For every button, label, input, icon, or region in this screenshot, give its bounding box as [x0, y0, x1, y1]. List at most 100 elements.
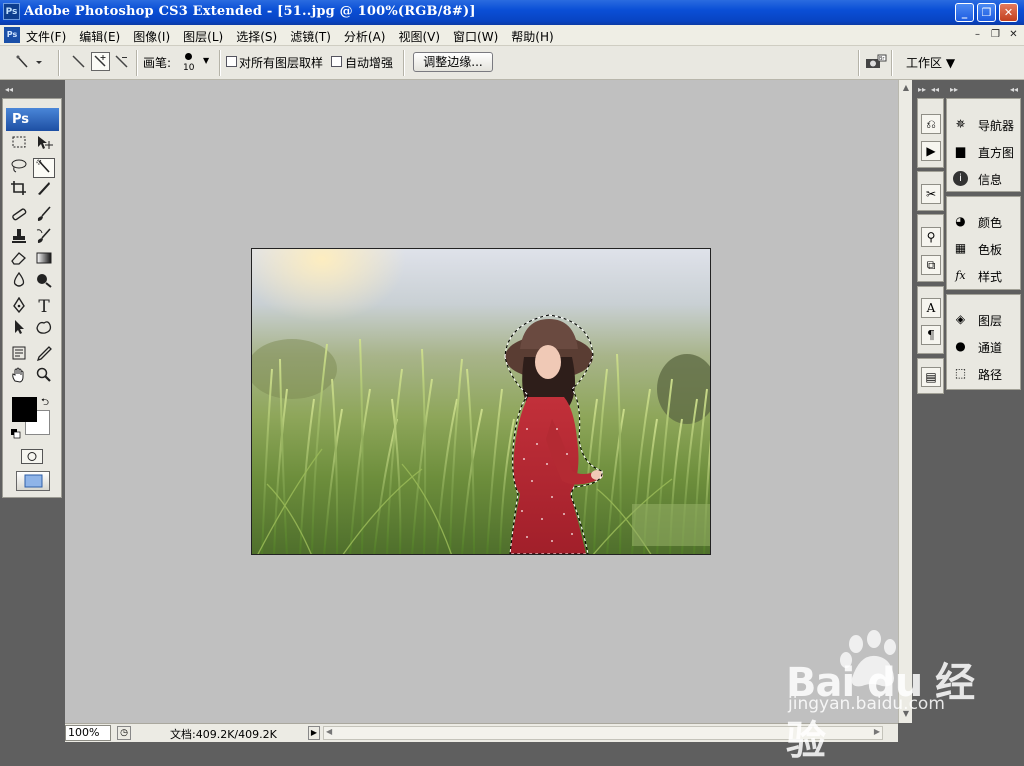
- slice-tool-icon[interactable]: [33, 180, 55, 200]
- path-selection-tool-icon[interactable]: [8, 319, 30, 339]
- histogram-icon: ▆: [955, 144, 966, 158]
- dodge-tool-icon[interactable]: [33, 272, 55, 292]
- document-icon[interactable]: Ps: [4, 27, 20, 43]
- actions-panel-icon[interactable]: ▶: [921, 141, 941, 161]
- character-panel-icon[interactable]: A: [921, 298, 941, 318]
- document-photo[interactable]: [251, 248, 711, 555]
- bridge-icon[interactable]: Br: [865, 54, 887, 74]
- swap-colors-icon[interactable]: ⮌: [41, 395, 49, 412]
- layers-label: 图层: [978, 314, 1003, 328]
- healing-brush-tool-icon[interactable]: [8, 206, 30, 226]
- hand-tool-icon[interactable]: [8, 367, 30, 387]
- eyedropper-tool-icon[interactable]: [33, 345, 55, 365]
- history-panel-icon[interactable]: ⎌: [921, 114, 941, 134]
- navigator-icon: ✵: [955, 117, 966, 131]
- screen-mode-button[interactable]: [16, 471, 50, 491]
- minimize-button[interactable]: _: [955, 3, 974, 22]
- menu-edit[interactable]: 编辑(E): [79, 28, 120, 45]
- paragraph-panel-icon[interactable]: ¶: [921, 325, 941, 345]
- options-separator: [858, 50, 860, 76]
- menu-select[interactable]: 选择(S): [236, 28, 277, 45]
- new-selection-mode-icon[interactable]: [70, 53, 88, 75]
- eraser-tool-icon[interactable]: [8, 250, 30, 270]
- menu-window[interactable]: 窗口(W): [453, 28, 498, 45]
- quick-mask-mode-icon[interactable]: [21, 449, 43, 464]
- options-separator: [891, 50, 893, 76]
- sample-all-layers-checkbox[interactable]: [226, 56, 237, 67]
- notes-tool-icon[interactable]: [8, 345, 30, 365]
- menu-file[interactable]: 文件(F): [26, 28, 66, 45]
- restore-button[interactable]: ❐: [977, 3, 996, 22]
- default-colors-icon[interactable]: [11, 428, 21, 439]
- paths-panel-tab[interactable]: ⬚ 路径: [949, 362, 1019, 384]
- navigator-panel-tab[interactable]: ✵ 导航器: [949, 113, 1019, 135]
- brushes-panel-icon[interactable]: ⚲: [921, 227, 941, 247]
- menu-filter[interactable]: 滤镜(T): [290, 28, 331, 45]
- status-preview-icon[interactable]: ◷: [117, 726, 131, 740]
- paths-icon: ⬚: [954, 366, 967, 380]
- icon-strip-expand-grip[interactable]: ◂◂: [931, 86, 939, 94]
- channels-panel-tab[interactable]: ● 通道: [949, 335, 1019, 357]
- info-panel-tab[interactable]: i 信息: [949, 167, 1019, 189]
- workspace-menu[interactable]: 工作区 ▼: [906, 54, 955, 71]
- close-button[interactable]: ✕: [999, 3, 1018, 22]
- histogram-panel-tab[interactable]: ▆ 直方图: [949, 140, 1019, 162]
- status-menu-arrow-icon[interactable]: ▶: [308, 726, 320, 740]
- scroll-left-arrow-icon[interactable]: ◀: [326, 727, 332, 736]
- subtract-from-selection-mode-icon[interactable]: [113, 53, 131, 75]
- doc-minimize-button[interactable]: –: [970, 28, 985, 42]
- color-panel-tab[interactable]: ◕ 颜色: [949, 210, 1019, 232]
- pen-tool-icon[interactable]: [8, 296, 30, 317]
- ps-badge: Ps: [6, 108, 59, 131]
- toolbox-collapse-grip[interactable]: ◂◂: [5, 86, 13, 94]
- history-brush-tool-icon[interactable]: [33, 228, 55, 248]
- menu-help[interactable]: 帮助(H): [511, 28, 553, 45]
- auto-enhance-label: 自动增强: [345, 56, 394, 70]
- tool-preset-picker-icon[interactable]: [14, 54, 44, 74]
- scroll-up-arrow-icon[interactable]: ▲: [900, 82, 912, 94]
- photoshop-app-icon[interactable]: Ps: [3, 3, 20, 20]
- doc-close-button[interactable]: ✕: [1006, 28, 1021, 42]
- layer-comps-panel-icon[interactable]: ▤: [921, 367, 941, 387]
- menu-analysis[interactable]: 分析(A): [344, 28, 386, 45]
- refine-edge-button[interactable]: 调整边缘...: [413, 52, 493, 72]
- swatches-panel-tab[interactable]: ▦ 色板: [949, 237, 1019, 259]
- tool-presets-panel-icon[interactable]: ✂: [921, 184, 941, 204]
- blur-tool-icon[interactable]: [8, 271, 30, 292]
- clone-source-panel-icon[interactable]: ⧉: [921, 255, 941, 275]
- clone-stamp-tool-icon[interactable]: [8, 228, 30, 248]
- styles-panel-tab[interactable]: fx 样式: [949, 264, 1019, 286]
- menu-view[interactable]: 视图(V): [398, 28, 440, 45]
- window-title: Adobe Photoshop CS3 Extended - [51..jpg …: [24, 4, 476, 19]
- zoom-level-field[interactable]: 100%: [65, 725, 111, 741]
- gradient-tool-icon[interactable]: [33, 250, 55, 270]
- brush-picker-dropdown-icon[interactable]: ▼: [203, 56, 209, 65]
- lasso-tool-icon[interactable]: [8, 158, 30, 178]
- type-tool-icon[interactable]: T: [33, 297, 55, 317]
- panel-group-layers: ◈ 图层 ● 通道 ⬚ 路径: [946, 294, 1021, 390]
- brush-preview[interactable]: [185, 53, 192, 60]
- layers-panel-tab[interactable]: ◈ 图层: [949, 308, 1019, 330]
- icon-strip-group-1: ⎌ ▶: [917, 98, 944, 168]
- move-tool-icon[interactable]: [33, 135, 55, 155]
- panel-dock-grip[interactable]: ▸▸: [950, 86, 958, 94]
- options-separator: [58, 50, 60, 76]
- panel-dock-collapse-grip[interactable]: ◂◂: [1010, 86, 1018, 94]
- marquee-tool-icon[interactable]: [8, 135, 30, 155]
- quick-selection-tool-icon[interactable]: [33, 158, 55, 178]
- vertical-scrollbar[interactable]: ▲ ▼: [898, 80, 912, 723]
- auto-enhance-checkbox[interactable]: [331, 56, 342, 67]
- add-to-selection-mode-icon[interactable]: [91, 52, 110, 71]
- foreground-color-swatch-top[interactable]: [12, 397, 37, 422]
- menu-image[interactable]: 图像(I): [133, 28, 170, 45]
- color-icon: ◕: [955, 214, 966, 228]
- custom-shape-tool-icon[interactable]: [33, 319, 55, 339]
- crop-tool-icon[interactable]: [8, 180, 30, 200]
- panel-group-navigator: ✵ 导航器 ▆ 直方图 i 信息: [946, 98, 1021, 192]
- icon-strip-group-4: A ¶: [917, 286, 944, 354]
- zoom-tool-icon[interactable]: [33, 367, 55, 387]
- brush-tool-icon[interactable]: [33, 206, 55, 226]
- doc-restore-button[interactable]: ❐: [988, 28, 1003, 42]
- menu-layer[interactable]: 图层(L): [183, 28, 223, 45]
- icon-strip-grip[interactable]: ▸▸: [918, 86, 926, 94]
